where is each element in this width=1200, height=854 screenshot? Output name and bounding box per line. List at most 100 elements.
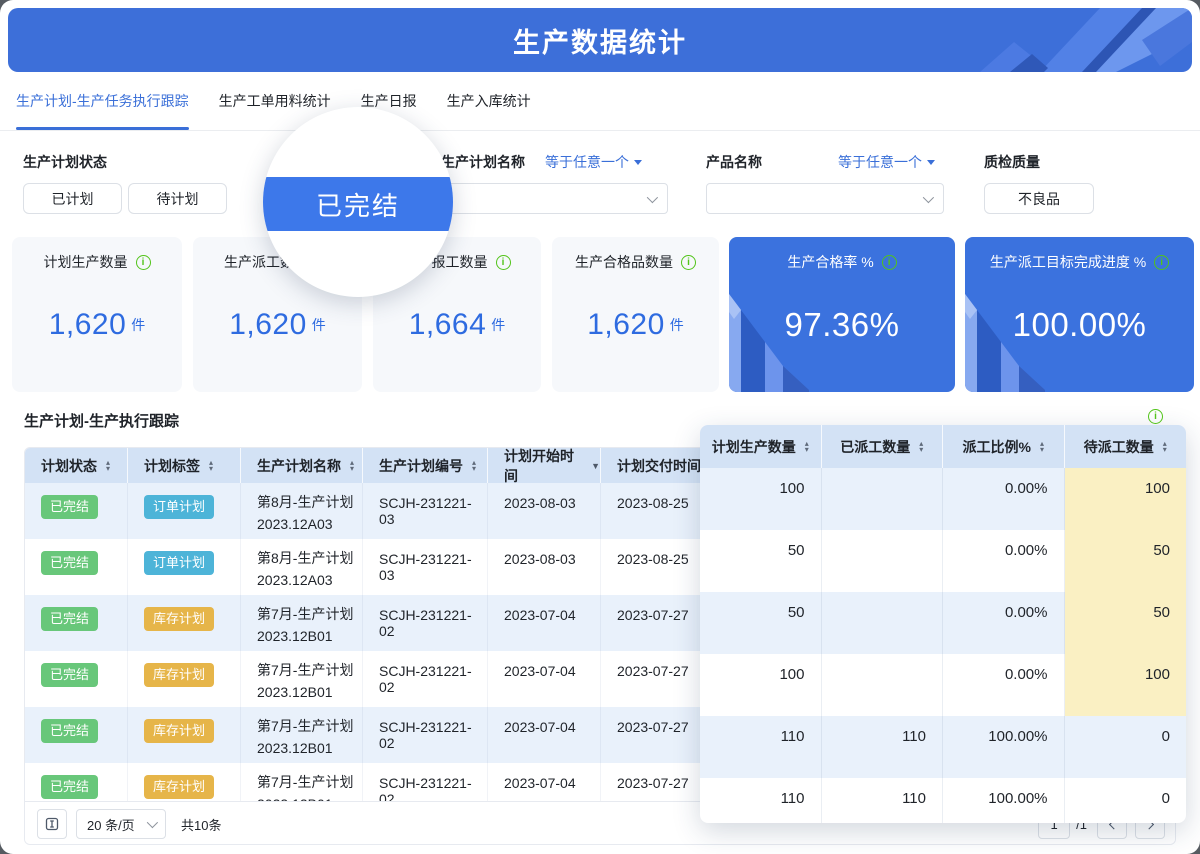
tab-bar: 生产计划-生产任务执行跟踪 生产工单用料统计 生产日报 生产入库统计 [0, 72, 1200, 131]
info-icon[interactable]: i [496, 255, 511, 270]
stat-value: 1,620 [587, 308, 665, 342]
panel-header-row: 计划生产数量▴▾ 已派工数量▴▾ 派工比例%▴▾ 待派工数量▴▾ [700, 425, 1186, 468]
plan-name: 第7月-生产计划 [257, 603, 354, 625]
column-settings-button[interactable] [37, 809, 67, 839]
production-dashboard: 生产数据统计 生产计划-生产任务执行跟踪 生产工单用料统计 生产日报 生产入库统… [0, 0, 1200, 854]
info-icon[interactable]: i [1154, 255, 1169, 270]
dispatch-ratio: 0.00% [943, 654, 1065, 716]
stat-card-planned-qty: 计划生产数量i 1,620件 [12, 237, 182, 392]
sort-icon[interactable]: ▴▾ [106, 460, 110, 472]
tab-production-plan-tracking[interactable]: 生产计划-生产任务执行跟踪 [16, 72, 189, 130]
dispatch-columns-panel: 计划生产数量▴▾ 已派工数量▴▾ 派工比例%▴▾ 待派工数量▴▾ 100 0.0… [700, 425, 1186, 823]
stat-unit: 件 [670, 315, 684, 335]
dispatch-ratio: 0.00% [943, 592, 1065, 654]
chevron-down-icon [147, 817, 158, 828]
plan-name-label: 生产计划名称 [441, 152, 525, 172]
dispatched-qty [822, 654, 944, 716]
panel-row[interactable]: 110 110 100.00% 0 [700, 716, 1186, 778]
info-icon[interactable]: i [136, 255, 151, 270]
sort-icon[interactable]: ▴▾ [1040, 441, 1044, 453]
tag-badge: 订单计划 [144, 551, 214, 575]
column-header-status[interactable]: 计划状态▴▾ [25, 448, 128, 483]
sort-icon[interactable]: ▴▾ [1163, 441, 1167, 453]
caret-down-icon [927, 160, 935, 165]
dispatch-ratio: 100.00% [943, 716, 1065, 778]
chevron-down-icon [923, 191, 934, 202]
column-header-dispatch-ratio[interactable]: 派工比例%▴▾ [943, 425, 1065, 468]
start-date: 2023-08-03 [488, 483, 601, 539]
stat-value: 1,664 [409, 308, 487, 342]
status-badge: 已完结 [41, 663, 98, 687]
plan-name: 第7月-生产计划 [257, 659, 354, 681]
to-dispatch-qty: 100 [1065, 468, 1187, 530]
panel-row[interactable]: 100 0.00% 100 [700, 654, 1186, 716]
plan-status-label: 生产计划状态 [23, 152, 107, 172]
stat-unit: 件 [491, 315, 505, 335]
sort-icon[interactable]: ▴▾ [350, 460, 354, 472]
plan-name: 第8月-生产计划 [257, 547, 354, 569]
status-option-completed-button[interactable]: 已完结 [263, 177, 453, 231]
quality-option-defective[interactable]: 不良品 [984, 183, 1094, 214]
stat-value: 1,620 [49, 308, 127, 342]
stat-title: 计划生产数量 [44, 252, 128, 272]
stat-card-dispatch-progress: 生产派工目标完成进度 %i 100.00% [965, 237, 1194, 392]
dispatched-qty: 110 [822, 716, 944, 778]
column-header-tag[interactable]: 计划标签▴▾ [128, 448, 241, 483]
info-icon[interactable]: i [681, 255, 696, 270]
plan-qty: 110 [700, 716, 822, 778]
plan-name-select[interactable] [441, 183, 668, 214]
status-option-planned[interactable]: 已计划 [23, 183, 122, 214]
dispatched-qty [822, 592, 944, 654]
panel-row[interactable]: 110 110 100.00% 0 [700, 778, 1186, 823]
sort-icon[interactable]: ▴▾ [805, 441, 809, 453]
to-dispatch-qty: 50 [1065, 530, 1187, 592]
start-date: 2023-07-04 [488, 763, 601, 801]
sort-icon[interactable]: ▴▾ [472, 460, 476, 472]
plan-qty: 110 [700, 778, 822, 823]
page-size-select[interactable]: 20 条/页 [76, 809, 166, 839]
stat-unit: 件 [312, 315, 326, 335]
plan-code: SCJH-231221-03 [363, 539, 488, 595]
dispatched-qty [822, 468, 944, 530]
status-option-pending[interactable]: 待计划 [128, 183, 227, 214]
status-badge: 已完结 [41, 551, 98, 575]
product-name-operator[interactable]: 等于任意一个 [838, 152, 935, 172]
chevron-down-icon [647, 191, 658, 202]
to-dispatch-qty: 50 [1065, 592, 1187, 654]
table-info-icon[interactable]: i [1148, 409, 1163, 424]
column-header-dispatched[interactable]: 已派工数量▴▾ [822, 425, 944, 468]
stat-title: 生产合格率 % [787, 252, 873, 272]
column-settings-icon [45, 817, 59, 831]
column-header-to-dispatch[interactable]: 待派工数量▴▾ [1065, 425, 1187, 468]
column-header-plan-qty[interactable]: 计划生产数量▴▾ [700, 425, 822, 468]
product-name-label: 产品名称 [706, 152, 762, 172]
plan-code: SCJH-231221-02 [363, 595, 488, 651]
column-header-plan-name[interactable]: 生产计划名称▴▾ [241, 448, 363, 483]
tab-production-inbound-stats[interactable]: 生产入库统计 [447, 72, 531, 130]
column-header-start-date[interactable]: 计划开始时间▼ [488, 448, 601, 483]
plan-qty: 100 [700, 654, 822, 716]
start-date: 2023-07-04 [488, 707, 601, 763]
stat-card-pass-rate: 生产合格率 %i 97.36% [729, 237, 955, 392]
panel-row[interactable]: 50 0.00% 50 [700, 592, 1186, 654]
sort-icon[interactable]: ▴▾ [209, 460, 213, 472]
tag-badge: 库存计划 [144, 607, 214, 631]
plan-qty: 50 [700, 592, 822, 654]
column-header-plan-code[interactable]: 生产计划编号▴▾ [363, 448, 488, 483]
sort-desc-icon[interactable]: ▼ [591, 461, 600, 471]
info-icon[interactable]: i [882, 255, 897, 270]
plan-qty: 50 [700, 530, 822, 592]
sort-icon[interactable]: ▴▾ [919, 441, 923, 453]
panel-row[interactable]: 50 0.00% 50 [700, 530, 1186, 592]
status-badge: 已完结 [41, 495, 98, 519]
plan-name: 第7月-生产计划 [257, 715, 354, 737]
dispatch-ratio: 0.00% [943, 530, 1065, 592]
product-name-select[interactable] [706, 183, 944, 214]
status-badge: 已完结 [41, 775, 98, 799]
plan-name-operator[interactable]: 等于任意一个 [545, 152, 642, 172]
dispatch-ratio: 100.00% [943, 778, 1065, 823]
caret-down-icon [634, 160, 642, 165]
plan-name: 第8月-生产计划 [257, 491, 354, 513]
header-banner: 生产数据统计 [8, 8, 1192, 72]
panel-row[interactable]: 100 0.00% 100 [700, 468, 1186, 530]
